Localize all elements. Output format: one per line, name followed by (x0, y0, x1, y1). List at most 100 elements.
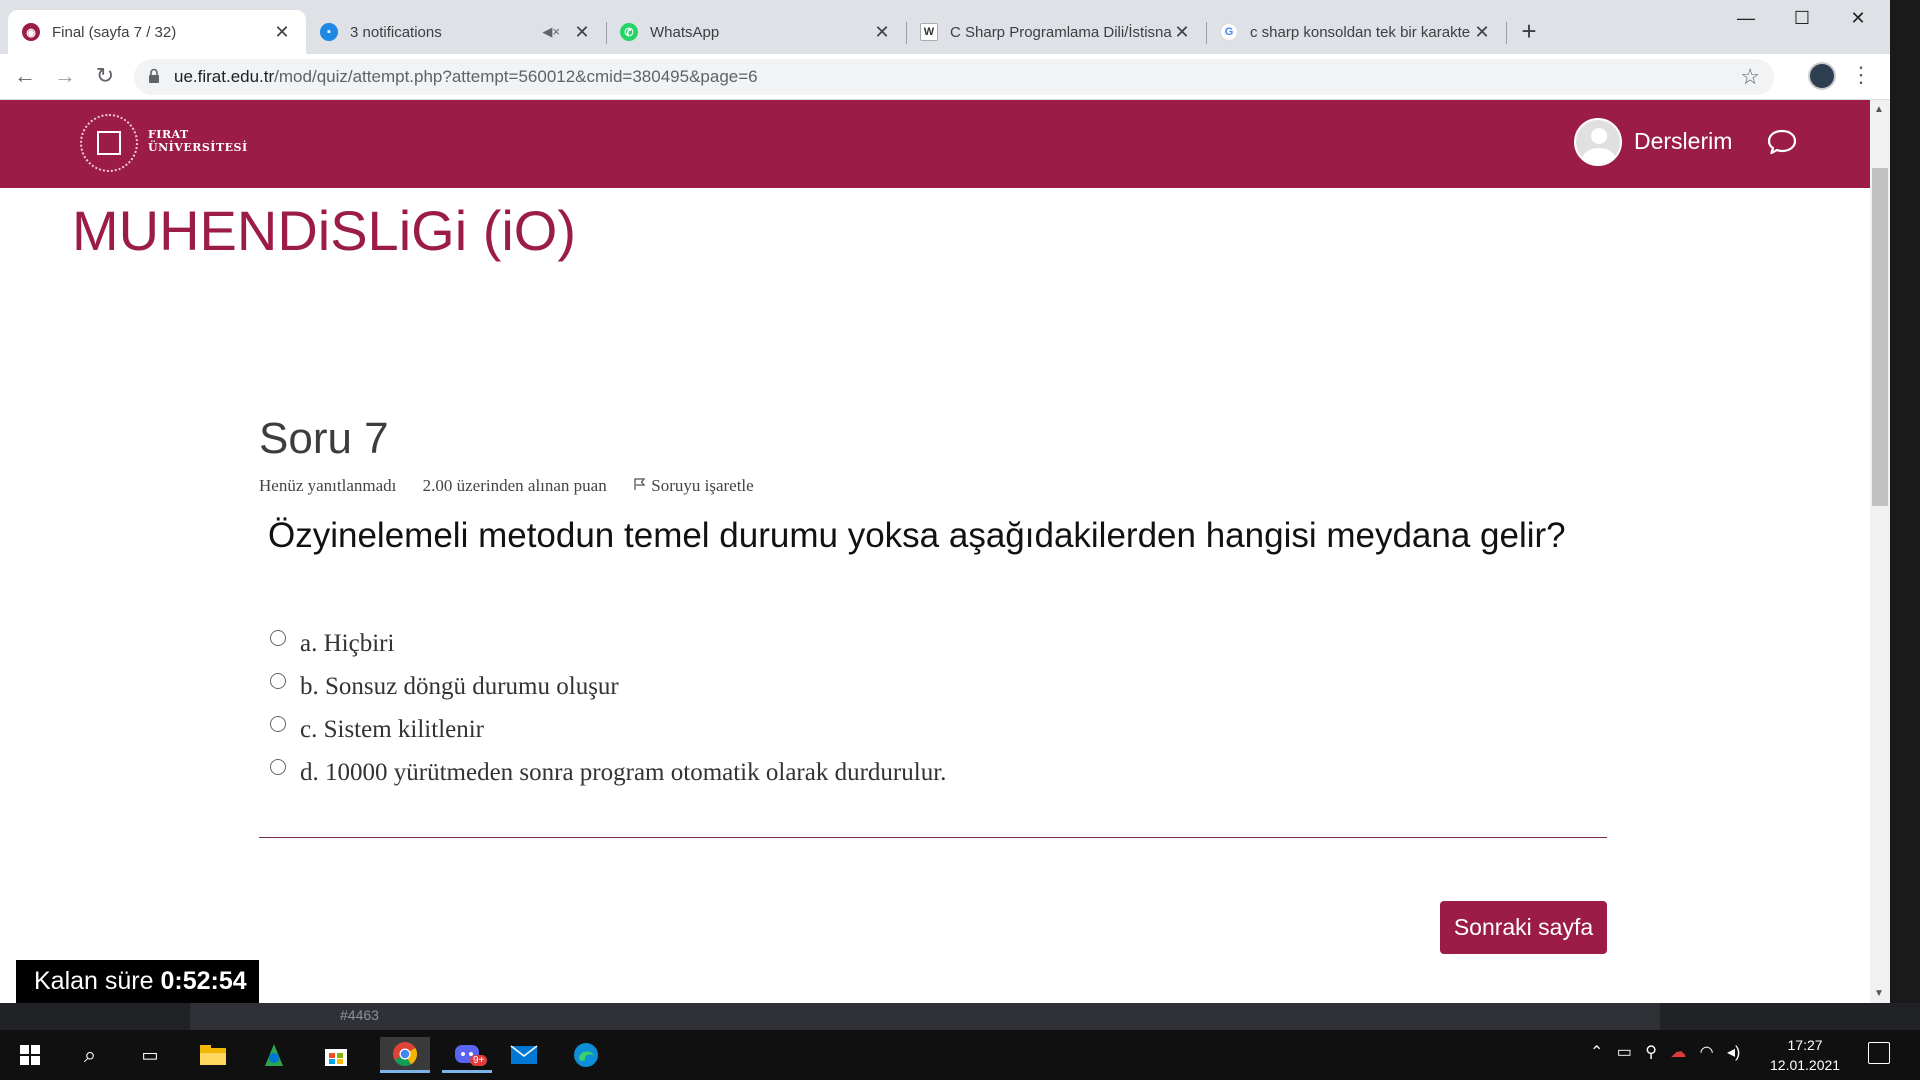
scrollbar-thumb[interactable] (1872, 168, 1888, 506)
flag-icon (634, 478, 646, 490)
question-info: Henüz yanıtlanmadı 2.00 üzerinden alınan… (259, 476, 798, 496)
answer-radio[interactable] (270, 630, 286, 646)
tab-close-button[interactable]: ✕ (1472, 22, 1492, 43)
answer-label: d. 10000 yürütmeden sonra program otomat… (300, 759, 947, 786)
mail-icon[interactable] (504, 1037, 544, 1073)
tab-close-button[interactable]: ✕ (572, 22, 592, 43)
url-text: ue.firat.edu.tr/mod/quiz/attempt.php?att… (174, 67, 758, 87)
tab-whatsapp[interactable]: ✆ WhatsApp ✕ (606, 10, 906, 54)
microphone-icon[interactable]: ⚲ (1645, 1044, 1657, 1061)
reload-button[interactable]: ↻ (90, 62, 120, 92)
chat-bubble-icon: ▪ (320, 23, 338, 41)
logo-text-line2: ÜNİVERSİTESİ (148, 141, 248, 154)
answer-radio[interactable] (270, 759, 286, 775)
answer-option-b[interactable]: b. Sonsuz döngü durumu oluşur (270, 673, 619, 701)
quiz-timer: Kalan süre 0:52:54 (16, 960, 259, 1003)
tab-final[interactable]: ◉ Final (sayfa 7 / 32) ✕ (8, 10, 306, 54)
next-page-button[interactable]: Sonraki sayfa (1440, 901, 1607, 954)
site-header: FIRAT ÜNİVERSİTESİ Derslerim (0, 100, 1870, 188)
answer-radio[interactable] (270, 716, 286, 732)
edge-browser-icon[interactable] (566, 1037, 606, 1073)
onedrive-icon[interactable]: ☁ (1670, 1044, 1686, 1061)
bookmark-star-icon[interactable]: ☆ (1740, 64, 1760, 90)
scroll-up-arrow-icon[interactable]: ▲ (1874, 104, 1884, 115)
browser-menu-button[interactable]: ⋮ (1850, 62, 1872, 92)
derslerim-menu[interactable]: Derslerim (1634, 128, 1732, 155)
logo-text-line1: FIRAT (148, 128, 189, 141)
answer-radio[interactable] (270, 673, 286, 689)
messages-icon[interactable] (1766, 126, 1798, 158)
answer-option-a[interactable]: a. Hiçbiri (270, 630, 394, 658)
answer-label: b. Sonsuz döngü durumu oluşur (300, 673, 619, 700)
tab-csharp-wikibooks[interactable]: W C Sharp Programlama Dili/İstisna ✕ (906, 10, 1206, 54)
tab-separator (1506, 22, 1507, 44)
maximize-button[interactable]: ☐ (1782, 8, 1822, 34)
question-divider (259, 837, 1607, 838)
url-host: ue.firat.edu.tr (174, 67, 275, 86)
close-window-button[interactable]: ✕ (1838, 8, 1878, 34)
whatsapp-icon: ✆ (620, 23, 638, 41)
chrome-taskbar-icon[interactable] (380, 1037, 430, 1073)
background-app-panel (190, 1003, 1660, 1030)
minimize-button[interactable]: — (1726, 8, 1766, 34)
tab-close-button[interactable]: ✕ (272, 22, 292, 43)
course-title: MUHENDiSLiGi (iO) (72, 199, 576, 262)
timer-value: 0:52:54 (160, 967, 247, 995)
tab-title: WhatsApp (650, 23, 720, 41)
url-path: /mod/quiz/attempt.php?attempt=560012&cmi… (274, 67, 758, 86)
browser-window: ◉ Final (sayfa 7 / 32) ✕ ▪ 3 notificatio… (0, 0, 1890, 1003)
address-bar[interactable]: ue.firat.edu.tr/mod/quiz/attempt.php?att… (134, 59, 1774, 95)
action-center-icon[interactable] (1868, 1042, 1890, 1064)
back-button[interactable]: ← (10, 62, 40, 92)
wifi-icon[interactable]: ◠ (1700, 1044, 1714, 1061)
tab-title: 3 notifications (350, 23, 442, 41)
scroll-down-arrow-icon[interactable]: ▼ (1874, 988, 1884, 999)
windows-start-icon[interactable] (10, 1037, 50, 1073)
question-status: Henüz yanıtlanmadı (259, 476, 397, 495)
chevron-up-icon[interactable]: ⌃ (1590, 1044, 1603, 1061)
task-view-icon[interactable]: ▭ (130, 1037, 170, 1073)
flag-question-link[interactable]: Soruyu işaretle (633, 476, 776, 495)
background-app-text: #4463 (340, 1007, 379, 1023)
taskbar-clock[interactable]: 17:27 12.01.2021 (1770, 1035, 1840, 1075)
microsoft-store-icon[interactable] (316, 1037, 356, 1073)
windows-taskbar: ⌕ ▭ 9+ ⌃ ▭ ⚲ ☁ ◠ ◂) 17:27 12.01.2021 (0, 1030, 1920, 1080)
tab-strip: ◉ Final (sayfa 7 / 32) ✕ ▪ 3 notificatio… (0, 0, 1890, 54)
discord-taskbar-icon[interactable]: 9+ (442, 1037, 492, 1073)
tab-title: Final (sayfa 7 / 32) (52, 23, 177, 41)
firat-logo-icon: ◉ (22, 23, 40, 41)
answer-option-c[interactable]: c. Sistem kilitlenir (270, 716, 484, 744)
tab-google-search[interactable]: G c sharp konsoldan tek bir karakte ✕ (1206, 10, 1506, 54)
answer-label: a. Hiçbiri (300, 630, 395, 657)
lock-icon[interactable] (148, 68, 160, 84)
background-app-strip: #4463 (0, 1003, 1920, 1030)
tab-close-button[interactable]: ✕ (1172, 22, 1192, 43)
clock-date: 12.01.2021 (1770, 1057, 1841, 1073)
photos-app-icon[interactable] (254, 1037, 294, 1073)
new-tab-button[interactable]: + (1515, 18, 1543, 46)
firat-university-logo[interactable] (80, 114, 138, 172)
logo-text[interactable]: FIRAT ÜNİVERSİTESİ (148, 128, 248, 154)
clock-time: 17:27 (1787, 1037, 1823, 1053)
wikibooks-icon: W (920, 23, 938, 41)
browser-toolbar: ← → ↻ ue.firat.edu.tr/mod/quiz/attempt.p… (0, 54, 1890, 100)
file-explorer-icon[interactable] (193, 1037, 233, 1073)
flag-question-label: Soruyu işaretle (651, 476, 754, 495)
speaker-mute-icon[interactable]: ◀× (542, 24, 560, 40)
search-icon[interactable]: ⌕ (70, 1037, 110, 1073)
question-points: 2.00 üzerinden alınan puan (422, 476, 607, 495)
answer-option-d[interactable]: d. 10000 yürütmeden sonra program otomat… (270, 759, 946, 787)
profile-avatar[interactable] (1808, 62, 1836, 90)
tab-title: c sharp konsoldan tek bir karakte (1250, 23, 1471, 41)
volume-icon[interactable]: ◂) (1727, 1044, 1740, 1061)
forward-button[interactable]: → (50, 62, 80, 92)
tab-notifications[interactable]: ▪ 3 notifications ◀× ✕ (306, 10, 606, 54)
google-icon: G (1220, 23, 1238, 41)
notification-badge: 9+ (470, 1055, 488, 1066)
tab-title: C Sharp Programlama Dili/İstisna (950, 23, 1172, 41)
battery-icon[interactable]: ▭ (1617, 1044, 1632, 1061)
quiz-content: MUHENDiSLiGi (iO) Soru 7 Henüz yanıtlanm… (0, 188, 1870, 1003)
tab-close-button[interactable]: ✕ (872, 22, 892, 43)
user-avatar[interactable] (1574, 118, 1622, 166)
page-scrollbar[interactable]: ▲ ▼ (1870, 100, 1890, 1003)
